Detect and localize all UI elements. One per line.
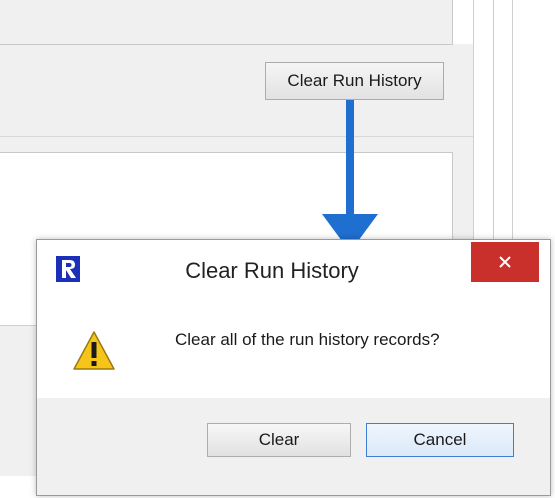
background-divider <box>0 136 473 137</box>
background-border <box>493 0 494 246</box>
clear-run-history-button[interactable]: Clear Run History <box>265 62 444 100</box>
dialog-content: Clear all of the run history records? <box>37 302 550 399</box>
dialog-titlebar[interactable]: Clear Run History <box>37 240 550 302</box>
cancel-button[interactable]: Cancel <box>366 423 514 457</box>
warning-icon <box>72 330 116 377</box>
background-top-pane <box>0 0 453 45</box>
background-left-pane <box>0 325 36 476</box>
dialog-button-bar: Clear Cancel <box>37 398 550 495</box>
clear-run-history-dialog: Clear Run History Clear all of the run h… <box>36 239 551 496</box>
clear-button[interactable]: Clear <box>207 423 351 457</box>
dialog-title: Clear Run History <box>185 258 359 283</box>
dialog-message: Clear all of the run history records? <box>175 330 440 349</box>
background-border <box>512 0 513 246</box>
close-button[interactable] <box>471 242 539 282</box>
close-icon <box>499 256 511 268</box>
annotation-arrow-shaft <box>346 100 354 216</box>
